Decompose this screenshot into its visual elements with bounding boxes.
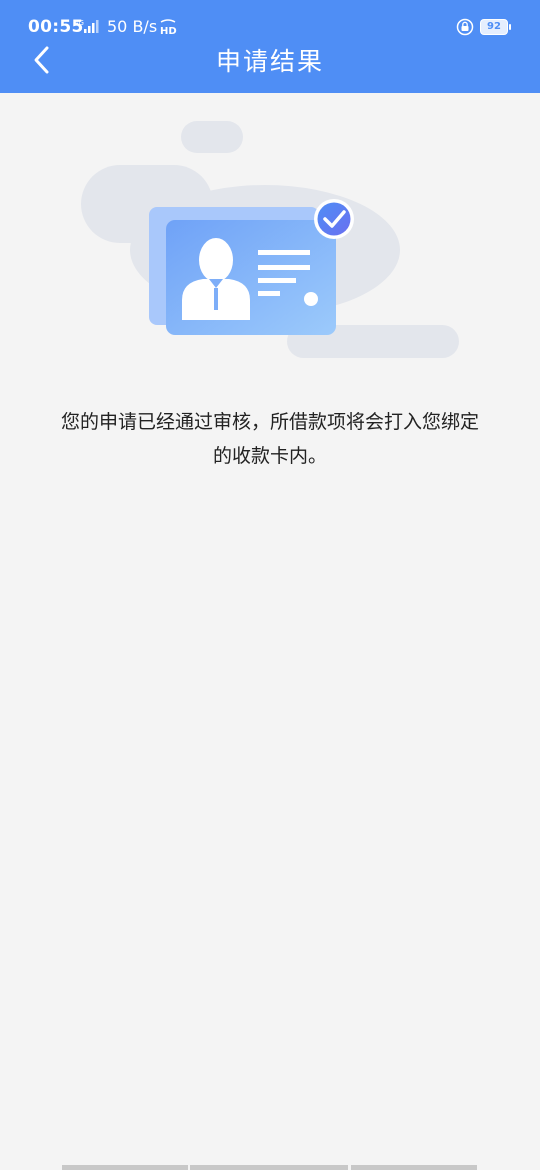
result-message: 您的申请已经通过审核，所借款项将会打入您绑定的收款卡内。 [60, 411, 479, 467]
nav-indicator-segment [351, 1165, 477, 1170]
battery-icon: 92 [480, 19, 511, 35]
net-speed: 50 B/s [107, 17, 158, 36]
nav-indicator-segment [62, 1165, 188, 1170]
svg-text:4G: 4G [74, 19, 84, 27]
hd-icon: HD [159, 19, 177, 39]
page-title: 申请结果 [215, 47, 324, 76]
svg-text:HD: HD [160, 26, 177, 35]
signal-4g-icon: 4G [74, 18, 102, 38]
lock-icon [456, 18, 474, 40]
nav-indicator-segment [190, 1165, 348, 1170]
id-card-approved-illustration [70, 110, 470, 370]
